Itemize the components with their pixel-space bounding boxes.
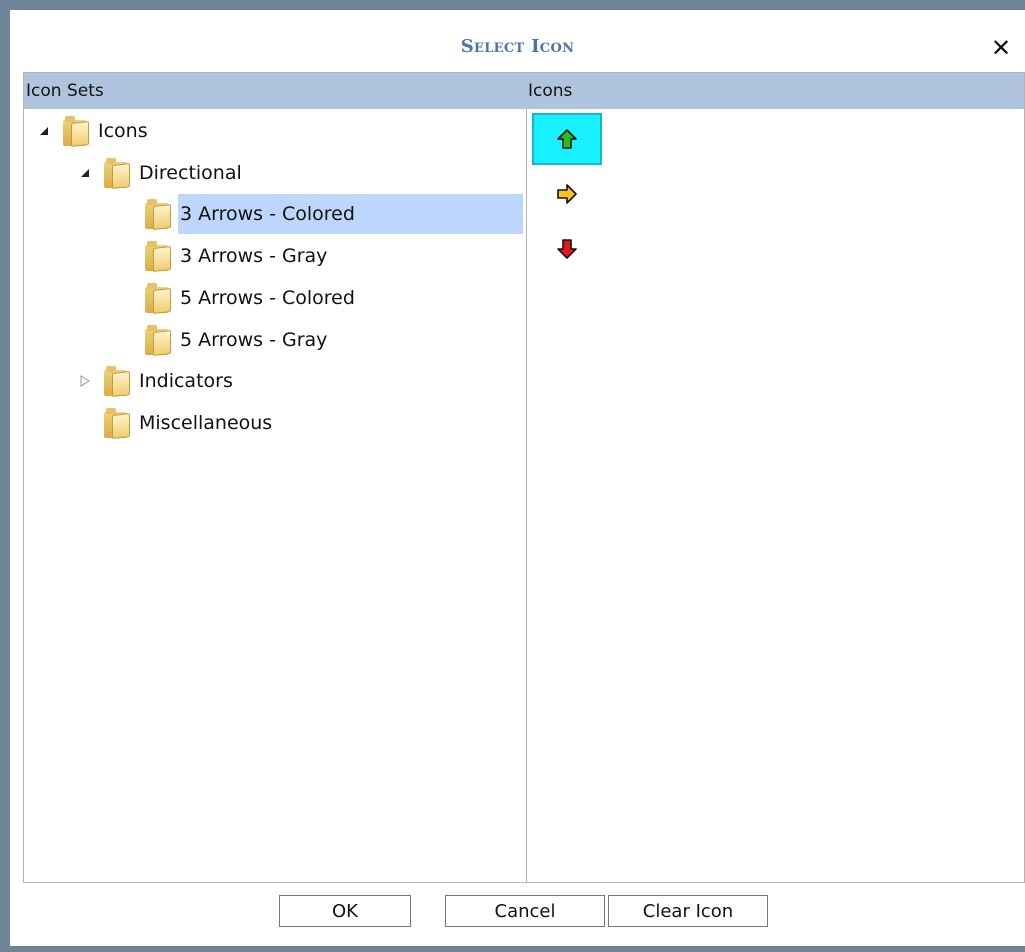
tree-node[interactable]: Icons bbox=[37, 111, 150, 151]
folder-icon bbox=[104, 157, 130, 189]
tree-node[interactable]: Directional bbox=[78, 153, 244, 193]
icon-option[interactable] bbox=[532, 113, 602, 165]
folder-icon bbox=[63, 116, 89, 147]
arrow-down-red-icon bbox=[557, 239, 577, 259]
select-icon-dialog: Select Icon ✕ Icon Sets Icons Icons Direc… bbox=[10, 10, 1025, 946]
dialog-footer: OK Cancel Clear Icon bbox=[10, 883, 1025, 946]
collapse-triangle-icon[interactable] bbox=[78, 166, 92, 180]
tree-node-label: 3 Arrows - Colored bbox=[178, 194, 523, 235]
tree-node-label: 5 Arrows - Gray bbox=[180, 328, 328, 351]
tree-node[interactable]: 3 Arrows - Colored bbox=[119, 194, 523, 235]
tree-node[interactable]: 3 Arrows - Gray bbox=[119, 236, 329, 276]
icons-list bbox=[527, 109, 1024, 882]
arrow-right-yellow-icon bbox=[557, 184, 577, 204]
folder-icon bbox=[104, 407, 130, 439]
tree-node[interactable]: 5 Arrows - Gray bbox=[119, 320, 329, 360]
tree-node[interactable]: 5 Arrows - Colored bbox=[119, 278, 357, 318]
folder-icon bbox=[145, 282, 171, 314]
clear-icon-button[interactable]: Clear Icon bbox=[608, 895, 768, 927]
tree-node-label: Directional bbox=[139, 161, 242, 184]
cancel-button[interactable]: Cancel bbox=[445, 895, 605, 927]
icon-sets-tree: Icons Directional 3 Arrows - Colored 3 Arro… bbox=[24, 109, 526, 882]
tree-node-label: Indicators bbox=[139, 370, 233, 393]
icons-header: Icons bbox=[526, 73, 1024, 109]
icon-option[interactable] bbox=[532, 168, 602, 220]
arrow-up-green-icon bbox=[557, 129, 577, 149]
icon-sets-header: Icon Sets bbox=[24, 73, 526, 109]
icon-option[interactable] bbox=[532, 223, 602, 275]
collapse-triangle-icon[interactable] bbox=[37, 124, 51, 138]
tree-node-label: Icons bbox=[98, 120, 148, 142]
tree-node[interactable]: Indicators bbox=[78, 361, 235, 401]
close-icon[interactable]: ✕ bbox=[987, 34, 1015, 62]
tree-node[interactable]: Miscellaneous bbox=[78, 403, 274, 443]
tree-node-label: Miscellaneous bbox=[139, 411, 273, 434]
folder-icon bbox=[104, 366, 130, 398]
expand-triangle-icon[interactable] bbox=[78, 374, 92, 388]
tree-node-label: 3 Arrows - Gray bbox=[180, 245, 328, 268]
panels: Icon Sets Icons Icons Directional 3 Arrows… bbox=[23, 72, 1025, 883]
folder-icon bbox=[145, 241, 171, 273]
title-bar: Select Icon ✕ bbox=[10, 10, 1025, 72]
tree-node-label: 5 Arrows - Colored bbox=[180, 286, 355, 309]
ok-button[interactable]: OK bbox=[279, 895, 411, 927]
folder-icon bbox=[145, 199, 171, 231]
dialog-title: Select Icon bbox=[460, 36, 575, 57]
folder-icon bbox=[145, 324, 171, 356]
